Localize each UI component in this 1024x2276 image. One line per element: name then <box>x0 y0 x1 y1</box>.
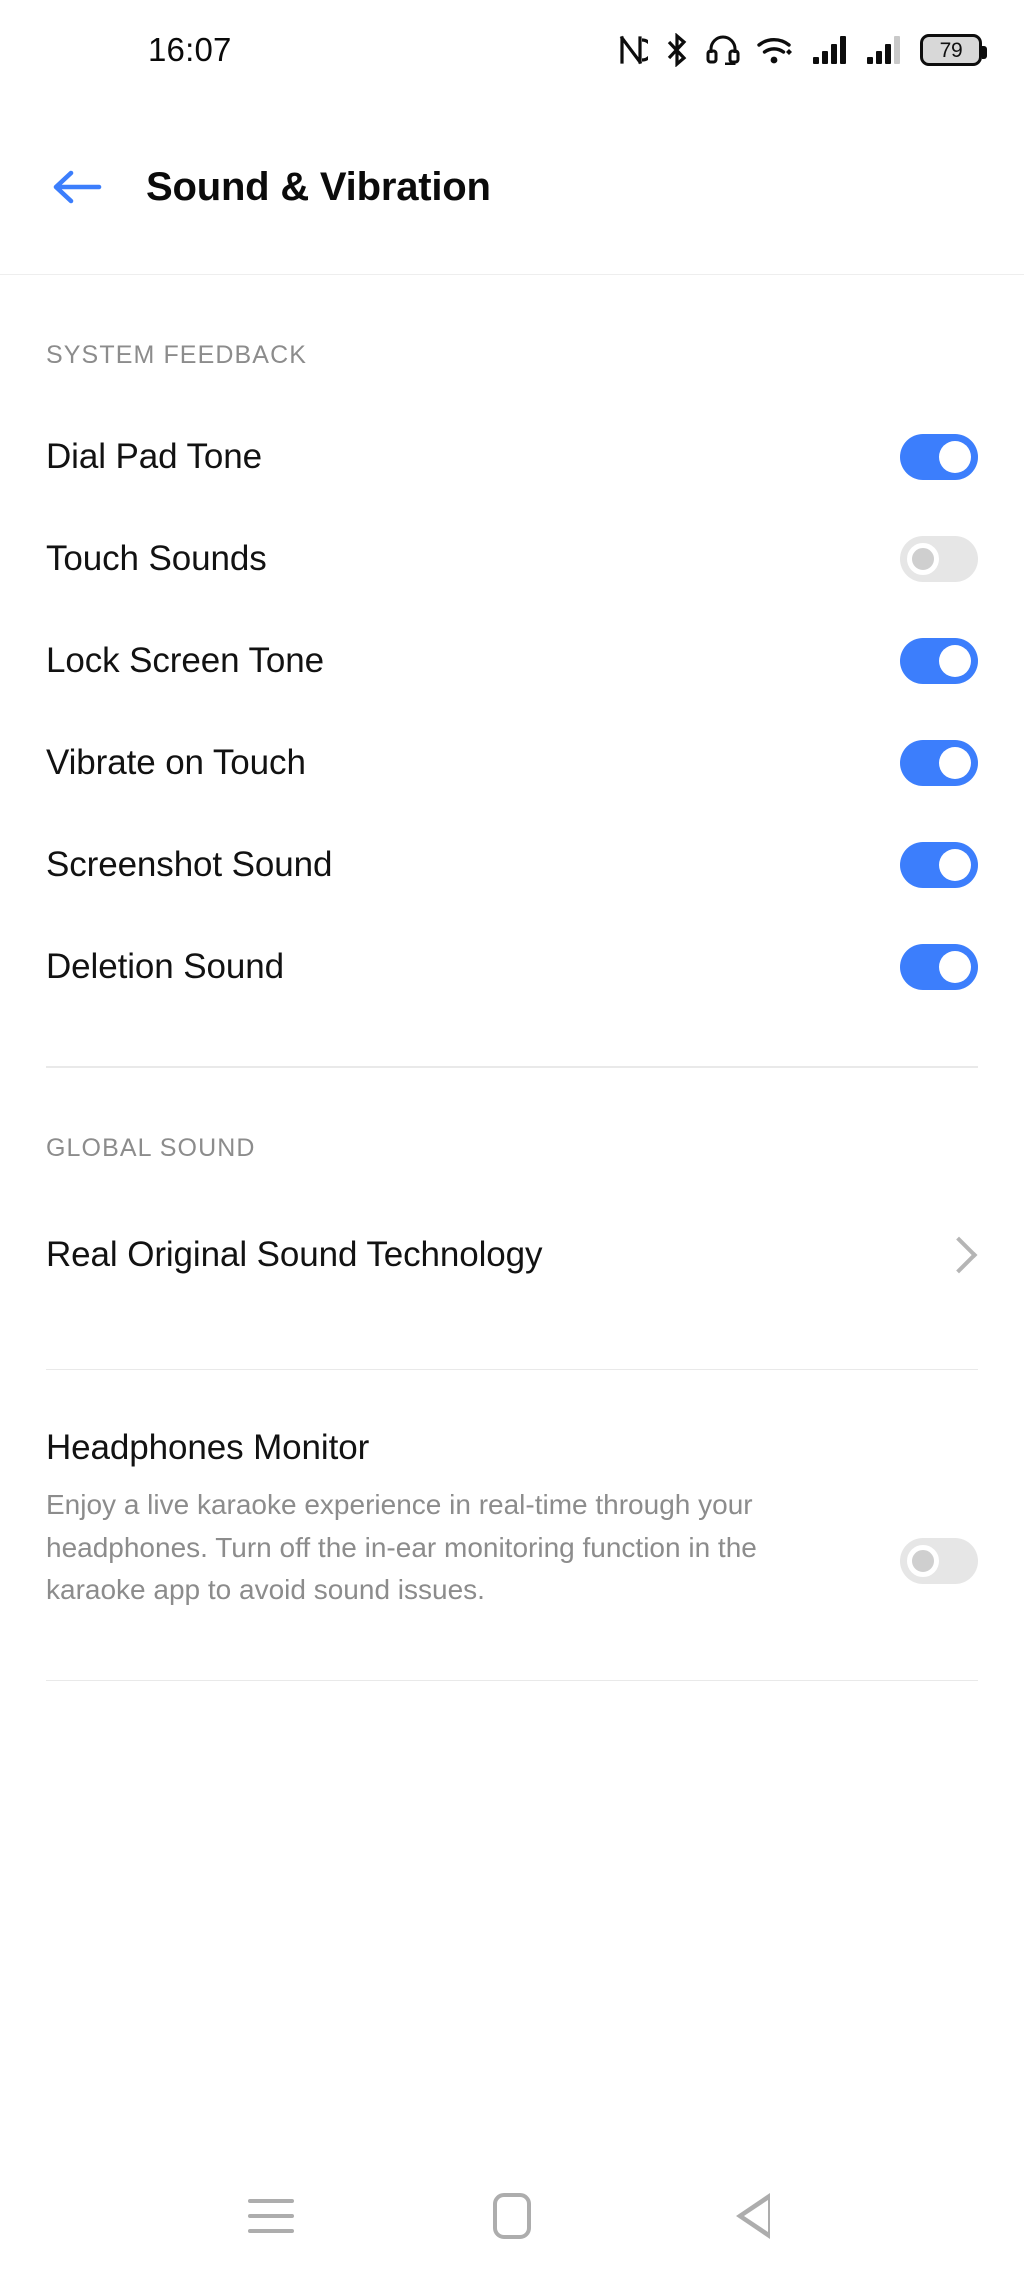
toggle-dial-pad-tone[interactable] <box>900 434 978 480</box>
setting-label: Screenshot Sound <box>46 845 333 884</box>
toggle-touch-sounds[interactable] <box>900 536 978 582</box>
toggle-knob <box>939 951 971 983</box>
headphones-monitor-description: Enjoy a live karaoke experience in real-… <box>46 1489 757 1606</box>
section-divider <box>46 1368 978 1370</box>
toggle-lock-screen-tone[interactable] <box>900 638 978 684</box>
chevron-right-icon <box>940 1236 978 1273</box>
setting-row-deletion-sound[interactable]: Deletion Sound <box>0 916 1024 1018</box>
wifi-icon <box>757 38 792 64</box>
section-header-system-feedback: SYSTEM FEEDBACK <box>46 341 307 369</box>
page-title: Sound & Vibration <box>146 164 491 209</box>
cellular-signal-1-icon <box>813 36 846 64</box>
toggle-knob <box>939 441 971 473</box>
setting-row-touch-sounds[interactable]: Touch Sounds <box>0 508 1024 610</box>
status-bar: 16:07 79 <box>0 0 1024 100</box>
back-triangle-icon <box>736 2193 771 2239</box>
phone-screen: 16:07 79 Sound & Vibration SYSTEM FEEDBA… <box>0 0 1024 2276</box>
setting-label: Lock Screen Tone <box>46 641 324 680</box>
setting-row-headphones-monitor[interactable]: Headphones Monitor Enjoy a live karaoke … <box>0 1428 1024 1612</box>
headphones-monitor-text: Headphones Monitor Enjoy a live karaoke … <box>46 1428 786 1612</box>
battery-level-text: 79 <box>939 38 963 62</box>
recents-button[interactable] <box>231 2176 311 2256</box>
toggle-screenshot-sound[interactable] <box>900 842 978 888</box>
setting-label: Dial Pad Tone <box>46 437 262 476</box>
toggle-deletion-sound[interactable] <box>900 944 978 990</box>
status-bar-clock: 16:07 <box>148 31 232 68</box>
toggle-headphones-monitor[interactable] <box>900 1538 978 1584</box>
toggle-knob <box>907 543 939 575</box>
home-icon <box>492 2193 531 2239</box>
android-nav-bar <box>0 2156 1024 2276</box>
nfc-icon <box>619 35 648 65</box>
section-divider <box>46 1679 978 1682</box>
setting-label: Touch Sounds <box>46 539 267 578</box>
recents-icon <box>247 2199 294 2233</box>
status-bar-icons: 79 <box>618 33 987 67</box>
toggle-knob <box>907 1545 939 1577</box>
back-arrow-icon <box>53 170 102 204</box>
battery-icon: 79 <box>920 34 987 66</box>
setting-row-real-original-sound-technology[interactable]: Real Original Sound Technology <box>0 1199 1024 1311</box>
headphones-monitor-toggle-wrap <box>900 1428 978 1584</box>
bluetooth-icon <box>667 33 687 67</box>
back-arrow-button[interactable] <box>46 156 108 218</box>
setting-label: Deletion Sound <box>46 947 284 986</box>
section-header-global-sound: GLOBAL SOUND <box>46 1133 256 1162</box>
cellular-signal-2-icon <box>867 36 900 64</box>
setting-row-lock-screen-tone[interactable]: Lock Screen Tone <box>0 610 1024 712</box>
back-button[interactable] <box>713 2176 793 2256</box>
toggle-knob <box>939 645 971 677</box>
toggle-vibrate-on-touch[interactable] <box>900 740 978 786</box>
home-button[interactable] <box>472 2176 552 2256</box>
setting-label: Real Original Sound Technology <box>46 1234 543 1274</box>
headset-icon <box>706 35 740 65</box>
setting-label: Vibrate on Touch <box>46 743 306 782</box>
toggle-knob <box>939 747 971 779</box>
app-header: Sound & Vibration <box>0 100 1024 275</box>
settings-content: SYSTEM FEEDBACK Dial Pad Tone Touch Soun… <box>0 275 1024 2156</box>
toggle-knob <box>939 849 971 881</box>
setting-row-vibrate-on-touch[interactable]: Vibrate on Touch <box>0 712 1024 814</box>
setting-row-screenshot-sound[interactable]: Screenshot Sound <box>0 814 1024 916</box>
setting-row-dial-pad-tone[interactable]: Dial Pad Tone <box>0 406 1024 508</box>
headphones-monitor-title: Headphones Monitor <box>46 1428 370 1467</box>
